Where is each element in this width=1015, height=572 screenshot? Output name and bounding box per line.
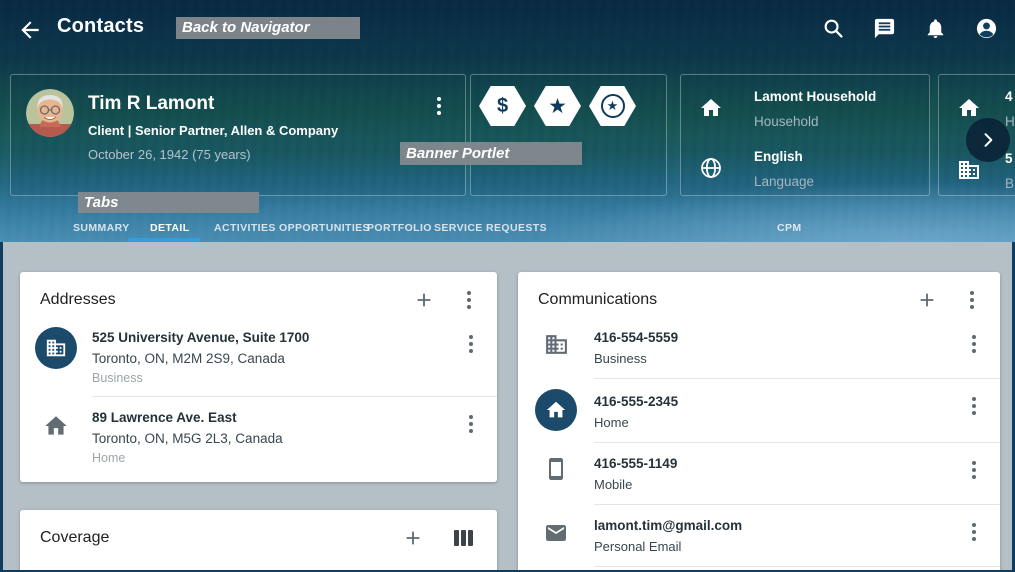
home-icon: [535, 389, 577, 431]
household-label: Household: [754, 114, 819, 129]
address-line2: Toronto, ON, M5G 2L3, Canada: [92, 428, 467, 449]
address-row-menu-icon[interactable]: [467, 333, 475, 355]
language-value: English: [754, 149, 803, 164]
avatar: [26, 89, 74, 137]
profile-banner-card: Tim R Lamont Client | Senior Partner, Al…: [10, 74, 466, 196]
divider: [594, 566, 1000, 567]
chat-icon[interactable]: [873, 17, 896, 40]
page-title: Contacts: [57, 15, 144, 38]
dollar-badge-icon[interactable]: $: [479, 86, 526, 126]
tab-service-requests[interactable]: SERVICE REQUESTS: [434, 222, 547, 234]
address-row-home[interactable]: 89 Lawrence Ave. East Toronto, ON, M5G 2…: [20, 397, 497, 476]
globe-icon: [699, 156, 723, 180]
tab-activities[interactable]: ACTIVITIES: [214, 222, 276, 234]
comm-row-menu-icon[interactable]: [970, 521, 978, 543]
notifications-bell-icon[interactable]: [924, 17, 947, 40]
annotation-banner-portlet: Banner Portlet: [400, 142, 582, 165]
coverage-title: Coverage: [40, 529, 402, 547]
tab-portfolio[interactable]: PORTFOLIO: [367, 222, 432, 234]
star-badge-icon[interactable]: ★: [534, 86, 581, 126]
household-value: Lamont Household: [754, 89, 876, 104]
address-type: Home: [92, 449, 467, 468]
banner-overflow-menu-icon[interactable]: [435, 95, 443, 117]
tab-detail[interactable]: DETAIL: [150, 222, 190, 234]
home-icon: [43, 413, 69, 444]
comm-row-menu-icon[interactable]: [970, 395, 978, 417]
addresses-card: Addresses 525 University Avenue, Suite 1…: [20, 272, 497, 482]
comm-row-menu-icon[interactable]: [970, 459, 978, 481]
coverage-header: Coverage: [20, 510, 497, 555]
address-line2: Toronto, ON, M2M 2S9, Canada: [92, 348, 467, 369]
comm-label: Business: [594, 348, 970, 370]
address-line1: 525 University Avenue, Suite 1700: [92, 327, 467, 348]
annotation-tabs: Tabs: [78, 192, 259, 213]
home-icon: [957, 96, 981, 120]
peek-label: H: [1005, 114, 1015, 129]
comm-label: Mobile: [594, 474, 970, 496]
add-address-icon[interactable]: [413, 289, 435, 311]
peek-value: 5: [1005, 151, 1013, 166]
comm-row-business[interactable]: 416-554-5559 Business: [518, 317, 1000, 378]
language-attribute[interactable]: English Language: [681, 148, 929, 204]
comm-row-home[interactable]: 416-555-2345 Home: [518, 379, 1000, 442]
search-icon[interactable]: [822, 17, 845, 40]
building-icon: [35, 327, 77, 369]
comm-row-menu-icon[interactable]: [970, 333, 978, 355]
building-icon: [544, 332, 569, 362]
add-communication-icon[interactable]: [916, 289, 938, 311]
contacts-screen: Contacts: [0, 0, 1015, 572]
content-area: Addresses 525 University Avenue, Suite 1…: [3, 242, 1012, 570]
top-app-bar: Contacts: [0, 0, 1015, 58]
star-in-circle-badge-icon[interactable]: ★: [589, 86, 636, 126]
badges-card: $ ★ ★: [470, 74, 667, 196]
communications-title: Communications: [538, 291, 916, 309]
comm-value: lamont.tim@gmail.com: [594, 515, 970, 536]
comm-value: 416-555-2345: [594, 391, 970, 412]
address-line1: 89 Lawrence Ave. East: [92, 407, 467, 428]
language-label: Language: [754, 174, 814, 189]
badge-row: $ ★ ★: [479, 86, 636, 126]
email-icon: [544, 521, 568, 550]
comm-value: 416-555-1149: [594, 453, 970, 474]
address-type: Business: [92, 369, 467, 388]
comm-row-mobile[interactable]: 416-555-1149 Mobile: [518, 443, 1000, 504]
carousel-next-button[interactable]: [966, 118, 1010, 162]
attributes-card: Lamont Household Household English Langu…: [680, 74, 930, 196]
communications-card: Communications 416-554-5559 Business: [518, 272, 1000, 570]
address-row-business[interactable]: 525 University Avenue, Suite 1700 Toront…: [20, 317, 497, 396]
banner-header: Contacts: [0, 0, 1015, 242]
comm-value: 416-554-5559: [594, 327, 970, 348]
address-row-menu-icon[interactable]: [467, 413, 475, 435]
contact-name: Tim R Lamont: [88, 93, 214, 115]
contact-subtitle: Client | Senior Partner, Allen & Company: [88, 123, 338, 138]
account-icon[interactable]: [975, 17, 998, 40]
back-arrow-icon[interactable]: [17, 17, 43, 43]
view-columns-icon[interactable]: [454, 530, 473, 546]
communications-overflow-menu-icon[interactable]: [968, 289, 976, 311]
smartphone-icon: [544, 457, 568, 486]
addresses-title: Addresses: [40, 291, 413, 309]
communications-header: Communications: [518, 272, 1000, 317]
addresses-header: Addresses: [20, 272, 497, 317]
comm-label: Personal Email: [594, 536, 970, 558]
building-icon: [957, 158, 981, 182]
peek-label: B: [1005, 176, 1014, 191]
tab-opportunities[interactable]: OPPORTUNITIES: [279, 222, 370, 234]
comm-row-email[interactable]: lamont.tim@gmail.com Personal Email: [518, 505, 1000, 566]
coverage-card: Coverage: [20, 510, 497, 570]
contact-birthdate: October 26, 1942 (75 years): [88, 147, 251, 162]
tab-cpm[interactable]: CPM: [777, 222, 802, 234]
household-attribute[interactable]: Lamont Household Household: [681, 88, 929, 144]
comm-label: Home: [594, 412, 970, 434]
addresses-overflow-menu-icon[interactable]: [465, 289, 473, 311]
home-icon: [699, 96, 723, 120]
tab-summary[interactable]: SUMMARY: [73, 222, 130, 234]
add-coverage-icon[interactable]: [402, 527, 424, 549]
annotation-back-to-navigator: Back to Navigator: [176, 17, 360, 39]
topbar-actions: [822, 17, 998, 40]
peek-value: 4: [1005, 89, 1013, 104]
